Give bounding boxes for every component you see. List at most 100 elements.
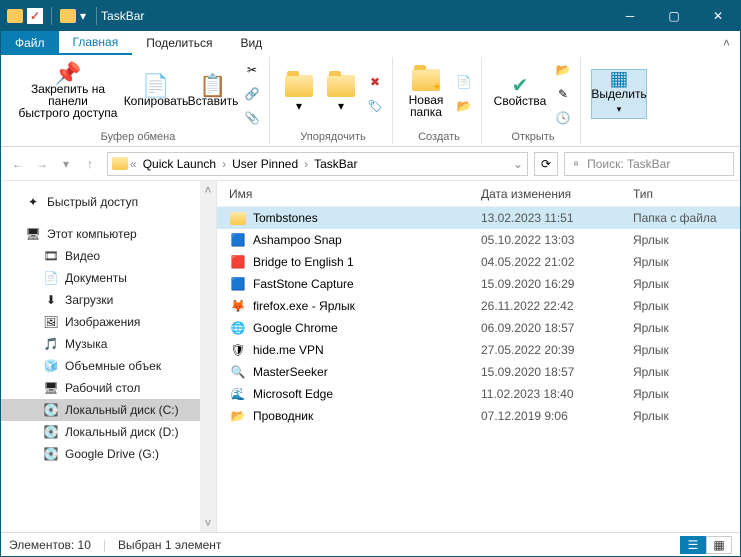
cut-button[interactable]: ✂	[241, 59, 263, 81]
table-row[interactable]: Tombstones13.02.2023 11:51Папка с файла	[217, 207, 740, 229]
close-button[interactable]: ✕	[696, 1, 740, 31]
copy-button[interactable]: 📄 Копировать	[127, 77, 185, 110]
file-icon: 🌐	[229, 319, 247, 337]
col-date[interactable]: Дата изменения	[481, 187, 633, 201]
open-button[interactable]: 📂	[552, 59, 574, 81]
copy-to-icon	[327, 75, 355, 97]
qat-properties-icon[interactable]: ✓	[27, 8, 43, 24]
nav-quick-access[interactable]: ✦Быстрый доступ	[1, 191, 200, 213]
back-button[interactable]: ←	[7, 153, 29, 175]
nav-music[interactable]: 🎵Музыка	[1, 333, 200, 355]
nav-label: Локальный диск (D:)	[65, 425, 179, 439]
file-name: Google Chrome	[253, 321, 481, 335]
easy-access-button[interactable]: 📂	[453, 95, 475, 117]
rename-button[interactable]: 🏷	[364, 95, 386, 117]
file-name: Ashampoo Snap	[253, 233, 481, 247]
nav-downloads[interactable]: ⬇Загрузки	[1, 289, 200, 311]
forward-button[interactable]: →	[31, 153, 53, 175]
qat-dropdown-icon[interactable]: ▾	[80, 9, 86, 23]
tab-view[interactable]: Вид	[226, 31, 276, 55]
nav-c-drive[interactable]: 💽Локальный диск (C:)	[1, 399, 200, 421]
nav-label: Google Drive (G:)	[65, 447, 159, 461]
nav-d-drive[interactable]: 💽Локальный диск (D:)	[1, 421, 200, 443]
table-row[interactable]: 🟦FastStone Capture15.09.2020 16:29Ярлык	[217, 273, 740, 295]
crumb[interactable]: User Pinned	[228, 157, 302, 171]
file-type: Папка с файла	[633, 211, 740, 225]
folder-icon[interactable]	[7, 9, 23, 23]
nav-video[interactable]: 🎞Видео	[1, 245, 200, 267]
move-to-button[interactable]: ▾	[280, 72, 318, 115]
nav-g-drive[interactable]: 💽Google Drive (G:)	[1, 443, 200, 465]
table-row[interactable]: 🟥Bridge to English 104.05.2022 21:02Ярлы…	[217, 251, 740, 273]
edit-button[interactable]: ✎	[552, 83, 574, 105]
nav-this-pc[interactable]: 🖥Этот компьютер	[1, 223, 200, 245]
minimize-button[interactable]: ─	[608, 1, 652, 31]
file-type: Ярлык	[633, 299, 740, 313]
file-date: 13.02.2023 11:51	[481, 211, 633, 225]
tab-file[interactable]: Файл	[1, 31, 59, 55]
breadcrumb[interactable]: « Quick Launch › User Pinned › TaskBar ⌄	[107, 152, 528, 176]
search-placeholder: Поиск: TaskBar	[587, 157, 670, 171]
nav-label: Объемные объек	[65, 359, 161, 373]
paste-shortcut-button[interactable]: 📎	[241, 107, 263, 129]
table-row[interactable]: 🦊firefox.exe - Ярлык26.11.2022 22:42Ярлы…	[217, 295, 740, 317]
maximize-button[interactable]: ▢	[652, 1, 696, 31]
folder-icon	[60, 9, 76, 23]
ribbon-collapse-icon[interactable]: ˄	[713, 31, 740, 55]
new-folder-button[interactable]: Новая папка	[403, 66, 449, 121]
nav-documents[interactable]: 📄Документы	[1, 267, 200, 289]
scroll-down-icon[interactable]: ˅	[204, 516, 211, 530]
properties-button[interactable]: ✔ Свойства	[492, 77, 548, 110]
new-item-button[interactable]: 📄	[453, 71, 475, 93]
recent-button[interactable]: ▾	[55, 153, 77, 175]
table-row[interactable]: 🛡hide.me VPN27.05.2022 20:39Ярлык	[217, 339, 740, 361]
nav-label: Документы	[65, 271, 127, 285]
nav-3d[interactable]: 🧊 Объемные объек	[1, 355, 200, 377]
pin-button[interactable]: 📌 Закрепить на панели быстрого доступа	[13, 65, 123, 122]
chevron-down-icon: ▾	[296, 100, 302, 112]
crumb[interactable]: TaskBar	[310, 157, 361, 171]
up-button[interactable]: ↑	[79, 153, 101, 175]
table-row[interactable]: 📂Проводник07.12.2019 9:06Ярлык	[217, 405, 740, 427]
nav-scrollbar[interactable]: ˄˅	[200, 181, 216, 532]
select-button[interactable]: ▦ Выделить ▾	[591, 69, 647, 119]
details-view-button[interactable]: ☰	[680, 536, 706, 554]
refresh-button[interactable]: ⟳	[534, 152, 558, 176]
scroll-up-icon[interactable]: ˄	[204, 183, 211, 197]
status-bar: Элементов: 10 | Выбран 1 элемент ☰ ▦	[1, 532, 740, 556]
search-input[interactable]: ⚬ Поиск: TaskBar	[564, 152, 734, 176]
table-row[interactable]: 🌊Microsoft Edge11.02.2023 18:40Ярлык	[217, 383, 740, 405]
nav-label: Этот компьютер	[47, 227, 137, 241]
copy-path-button[interactable]: 🔗	[241, 83, 263, 105]
nav-images[interactable]: 🖼Изображения	[1, 311, 200, 333]
thumbnails-view-button[interactable]: ▦	[706, 536, 732, 554]
history-button[interactable]: 🕓	[552, 107, 574, 129]
nav-tree: ✦Быстрый доступ 🖥Этот компьютер 🎞Видео 📄…	[1, 181, 200, 532]
addr-dropdown-icon[interactable]: ⌄	[513, 157, 523, 171]
col-type[interactable]: Тип	[633, 187, 740, 201]
divider	[96, 7, 97, 25]
nav-desktop[interactable]: 🖥Рабочий стол	[1, 377, 200, 399]
item-count: Элементов: 10	[9, 538, 91, 552]
chevron-icon: «	[130, 157, 137, 171]
tab-home[interactable]: Главная	[59, 31, 133, 55]
table-row[interactable]: 🟦Ashampoo Snap05.10.2022 13:03Ярлык	[217, 229, 740, 251]
tab-share[interactable]: Поделиться	[132, 31, 226, 55]
address-bar: ← → ▾ ↑ « Quick Launch › User Pinned › T…	[1, 147, 740, 181]
paste-button[interactable]: 📋 Вставить	[189, 77, 237, 110]
col-name[interactable]: Имя	[229, 187, 481, 201]
table-row[interactable]: 🔍MasterSeeker15.09.2020 18:57Ярлык	[217, 361, 740, 383]
nav-label: Быстрый доступ	[47, 195, 138, 209]
nav-label: Музыка	[65, 337, 107, 351]
cube-icon: 🧊	[43, 358, 59, 374]
copy-to-button[interactable]: ▾	[322, 72, 360, 115]
file-type: Ярлык	[633, 409, 740, 423]
table-row[interactable]: 🌐Google Chrome06.09.2020 18:57Ярлык	[217, 317, 740, 339]
chevron-down-icon: ▾	[338, 100, 344, 112]
column-headers: Имя Дата изменения Тип	[217, 181, 740, 207]
file-date: 05.10.2022 13:03	[481, 233, 633, 247]
crumb[interactable]: Quick Launch	[139, 157, 220, 171]
file-type: Ярлык	[633, 365, 740, 379]
window-title: TaskBar	[101, 9, 144, 23]
delete-button[interactable]: ✖	[364, 71, 386, 93]
